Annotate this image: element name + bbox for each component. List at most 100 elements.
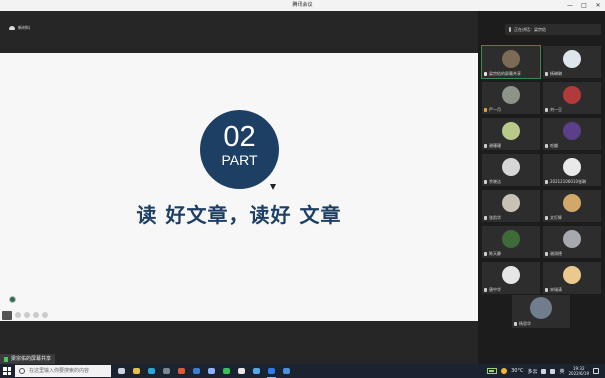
participant-name: 余晓洁 [489, 179, 501, 184]
participant-name-row: 吃瓣 [545, 143, 558, 149]
app-icon[interactable] [235, 366, 248, 376]
mic-icon [545, 180, 548, 184]
participant-name-row: 谢润德 [545, 251, 562, 257]
mic-icon [545, 144, 548, 148]
participant-name: 杨思华 [519, 321, 531, 326]
participant-tile[interactable]: 杨思华 [512, 295, 570, 328]
participant-avatar [502, 158, 520, 176]
pointer-icon[interactable] [33, 312, 39, 318]
participant-tile[interactable]: 陈天静 [482, 226, 540, 258]
mic-icon [484, 180, 487, 184]
participants-panel: 正在讲话：梁宗佑 梁宗佑的屏幕共享 杨琳琳 严一月 刘一旦 谢珊珊 吃瓣 余晓洁 202121… [478, 11, 605, 364]
game-icon[interactable] [250, 366, 263, 376]
section-number: 02 [223, 121, 256, 153]
weather-label[interactable]: 多云 [527, 368, 537, 375]
edge-icon[interactable] [145, 366, 158, 376]
window-controls: — □ ✕ [563, 0, 605, 11]
minimize-button[interactable]: — [563, 0, 577, 11]
mail-icon[interactable] [280, 366, 293, 376]
menu-icon[interactable] [2, 310, 12, 320]
store-icon[interactable] [190, 366, 203, 376]
settings-icon[interactable] [160, 366, 173, 376]
meeting-icon[interactable] [265, 366, 278, 378]
participant-tile[interactable]: 张凯华 [482, 190, 540, 222]
participant-avatar [502, 194, 520, 212]
participant-name: 谢珊珊 [489, 143, 501, 148]
battery-icon[interactable] [487, 368, 498, 374]
mic-icon [514, 322, 517, 326]
windows-taskbar: 在这里输入你要搜索的内容 30°C 多云 英 19:32 2022/6/19 [0, 364, 605, 378]
slide-title: 读 好文章，读好 文章 [136, 203, 342, 227]
section-badge: 02 PART [200, 110, 279, 189]
mic-icon [545, 72, 548, 76]
cloud-icon [9, 26, 15, 30]
participant-tile[interactable]: 吃瓣 [543, 118, 601, 150]
photos-icon[interactable] [205, 366, 218, 376]
participant-tile[interactable]: 20212106010张琳 [543, 154, 601, 186]
participant-name-row: 刘一旦 [545, 107, 562, 113]
mic-icon [545, 216, 548, 220]
participant-name-row: 张凯华 [484, 215, 501, 221]
participant-name: 宋瑞清 [550, 287, 562, 292]
taskbar-apps [115, 366, 293, 378]
participant-tile[interactable]: 刘一旦 [543, 82, 601, 114]
temperature[interactable]: 30°C [511, 368, 523, 374]
participant-tile[interactable]: 谢润德 [543, 226, 601, 258]
mic-icon [4, 356, 8, 362]
clock[interactable]: 19:32 2022/6/19 [568, 366, 589, 376]
participant-tile[interactable]: 唐中华 [482, 262, 540, 294]
chrome-icon[interactable] [175, 366, 188, 376]
participant-name: 谢润德 [550, 251, 562, 256]
participant-name: 吃瓣 [550, 143, 558, 148]
screen-share-tag[interactable]: 梁宗佑的屏幕共享 [0, 354, 56, 364]
weather-icon [501, 368, 508, 374]
participant-avatar [563, 230, 581, 248]
participant-tile[interactable]: 宋瑞清 [543, 262, 601, 294]
file-explorer-icon[interactable] [130, 366, 143, 376]
participant-name: 陈天静 [489, 251, 501, 256]
mic-icon [545, 252, 548, 256]
mic-icon [545, 108, 548, 112]
participant-name-row: 谢珊珊 [484, 143, 501, 149]
participant-name: 刘一旦 [550, 107, 562, 112]
logo-label: 新材料 [18, 25, 30, 30]
mic-icon [545, 288, 548, 292]
presenter-mini-avatar[interactable] [9, 296, 16, 303]
participant-tile[interactable]: 杨琳琳 [543, 46, 601, 78]
task-view-icon[interactable] [115, 366, 128, 376]
participant-avatar [530, 297, 552, 319]
network-icon[interactable] [541, 368, 547, 374]
participant-name-row: 陈天静 [484, 251, 501, 257]
participant-tile[interactable]: 严一月 [482, 82, 540, 114]
participant-tile[interactable]: 谢珊珊 [482, 118, 540, 150]
windows-start-icon[interactable] [3, 367, 11, 375]
participant-avatar [563, 86, 581, 104]
screen-share-label: 梁宗佑的屏幕共享 [11, 356, 52, 362]
volume-icon[interactable] [550, 368, 556, 374]
maximize-button[interactable]: □ [577, 0, 591, 11]
participant-avatar [563, 266, 581, 284]
participant-tile[interactable]: 梁宗佑的屏幕共享 [481, 45, 541, 79]
mic-icon [484, 252, 487, 256]
participant-tile[interactable]: 文灯辉 [543, 190, 601, 222]
participant-avatar [563, 122, 581, 140]
close-button[interactable]: ✕ [591, 0, 605, 11]
wechat-icon[interactable] [220, 366, 233, 376]
zoom-icon[interactable] [24, 312, 30, 318]
participant-name: 杨琳琳 [550, 71, 562, 76]
participant-avatar [502, 230, 520, 248]
shield-icon [484, 72, 487, 76]
participant-tile[interactable]: 余晓洁 [482, 154, 540, 186]
participant-name: 唐中华 [489, 287, 501, 292]
notification-icon[interactable] [593, 368, 599, 374]
participant-avatar [502, 86, 520, 104]
ime-indicator[interactable]: 英 [559, 368, 564, 375]
clock-date: 2022/6/19 [568, 371, 589, 376]
participant-avatar [563, 50, 581, 68]
more-icon[interactable] [42, 312, 48, 318]
participant-name-row: 杨琳琳 [545, 71, 562, 77]
window-titlebar: 腾讯会议 — □ ✕ [0, 0, 605, 11]
pen-icon[interactable] [15, 312, 21, 318]
taskbar-search-input[interactable]: 在这里输入你要搜索的内容 [15, 365, 111, 377]
participant-avatar [502, 50, 520, 68]
